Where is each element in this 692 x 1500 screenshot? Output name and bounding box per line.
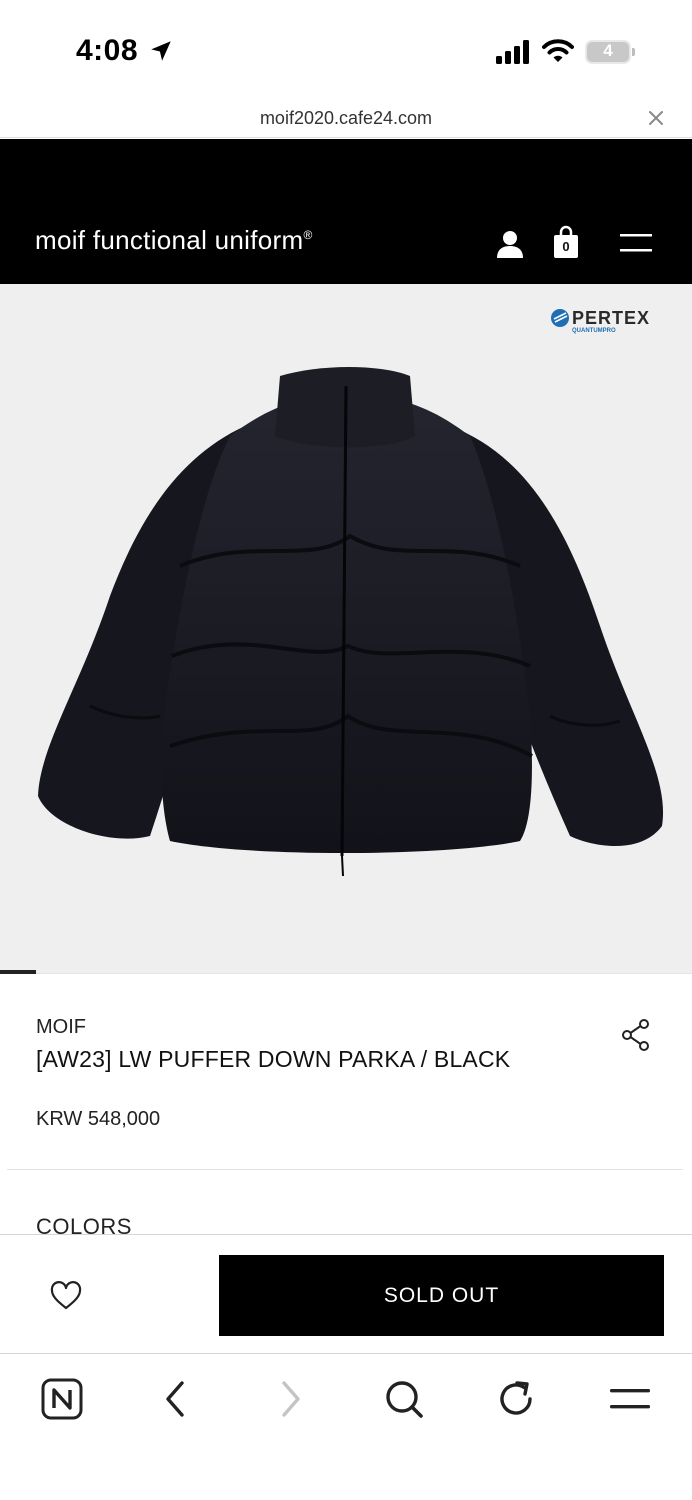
svg-text:PERTEX: PERTEX <box>572 308 650 328</box>
location-arrow-icon <box>151 41 171 61</box>
carousel-track <box>0 973 692 974</box>
product-jacket-image <box>38 367 664 877</box>
address-bar[interactable]: moif2020.cafe24.com <box>0 100 692 138</box>
user-icon[interactable] <box>496 229 524 259</box>
sold-out-button[interactable]: SOLD OUT <box>219 1255 664 1336</box>
cart-count: 0 <box>562 239 570 254</box>
share-icon[interactable] <box>620 1018 652 1052</box>
battery-icon: 4 <box>585 40 635 64</box>
product-image-carousel[interactable]: PERTEX QUANTUMPRO <box>0 284 692 974</box>
naver-home-icon[interactable] <box>40 1377 84 1421</box>
carousel-indicator <box>0 970 36 974</box>
purchase-bar: SOLD OUT <box>0 1234 692 1354</box>
browser-toolbar <box>0 1355 692 1500</box>
cellular-signal-icon <box>496 40 529 64</box>
close-icon[interactable] <box>646 108 666 128</box>
status-time: 4:08 <box>76 34 139 67</box>
product-brand: MOIF <box>36 1016 86 1038</box>
site-header: moif functional uniform® 0 <box>0 139 692 284</box>
status-bar: 4:08 4 <box>0 0 692 100</box>
search-icon[interactable] <box>382 1377 426 1421</box>
pertex-logo: PERTEX QUANTUMPRO <box>551 308 650 334</box>
forward-arrow-icon[interactable] <box>268 1377 312 1421</box>
svg-text:QUANTUMPRO: QUANTUMPRO <box>572 328 616 334</box>
site-logo[interactable]: moif functional uniform® <box>35 225 313 256</box>
url-text[interactable]: moif2020.cafe24.com <box>0 108 692 129</box>
back-arrow-icon[interactable] <box>154 1377 198 1421</box>
hamburger-menu-icon[interactable] <box>620 232 652 254</box>
battery-level: 4 <box>603 41 613 60</box>
refresh-icon[interactable] <box>494 1377 538 1421</box>
product-title: [AW23] LW PUFFER DOWN PARKA / BLACK <box>36 1046 511 1072</box>
divider <box>7 1169 683 1170</box>
product-price: KRW 548,000 <box>36 1108 161 1130</box>
menu-icon[interactable] <box>608 1377 652 1421</box>
wifi-icon <box>542 39 574 62</box>
colors-section-label: COLORS <box>36 1214 132 1234</box>
wishlist-heart-icon[interactable] <box>49 1281 83 1311</box>
